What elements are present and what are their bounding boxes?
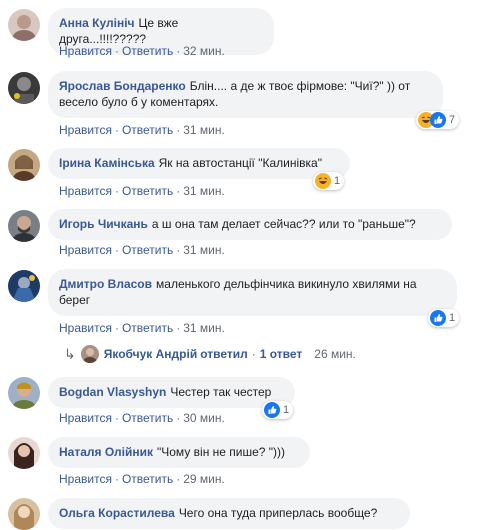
reply-button[interactable]: Ответить [122, 184, 173, 198]
comment-bubble: Ольга Корастилева Чего она туда приперлас… [48, 498, 410, 529]
like-button[interactable]: Нравится [59, 184, 112, 198]
reactions-badge[interactable]: 1 [428, 309, 460, 327]
reply-button[interactable]: Ответить [122, 243, 173, 257]
comment-actions: Нравится · Ответить · 31 мин. [59, 123, 225, 137]
view-replies-link[interactable]: ↳ Якобчук Андрій ответил · 1 ответ 26 ми… [64, 345, 356, 363]
haha-icon [315, 173, 331, 189]
comment-author[interactable]: Ольга Корастилева [59, 506, 175, 520]
comment-author[interactable]: Дмитро Власов [59, 277, 152, 291]
reply-button[interactable]: Ответить [122, 472, 173, 486]
reply-button[interactable]: Ответить [122, 321, 173, 335]
reactions-count: 1 [449, 312, 456, 324]
comment-text: "Чому він не пише? "))) [157, 445, 286, 459]
avatar[interactable] [8, 270, 40, 302]
comment-actions: Нравится · Ответить · 30 мин. [59, 411, 225, 425]
comment-author[interactable]: Ірина Камінська [59, 156, 155, 170]
reactions-badge[interactable]: 7 [416, 111, 460, 129]
comment-actions: Нравится · Ответить · 29 мин. [59, 472, 225, 486]
comment-author[interactable]: Игорь Чичкань [59, 217, 148, 231]
comment-bubble: Ірина Камінська Як на автостанції "Калині… [48, 148, 350, 179]
comment-bubble: Наталя Олійник "Чому він не пише? "))) [48, 437, 310, 468]
like-button[interactable]: Нравится [59, 123, 112, 137]
comment-actions: Нравится · Ответить · 32 мин. [59, 44, 225, 58]
reply-time: 26 мин. [314, 347, 356, 361]
comment-bubble: Ярослав Бондаренко Блін.... а де ж твоє ф… [48, 71, 443, 118]
comment-author[interactable]: Наталя Олійник [59, 445, 153, 459]
comment-actions: Нравится · Ответить · 31 мин. [59, 321, 225, 335]
comment-bubble: Bogdan Vlasyshyn Честер так честер [48, 377, 295, 408]
like-icon [430, 310, 446, 326]
like-button[interactable]: Нравится [59, 321, 112, 335]
avatar[interactable] [8, 437, 40, 469]
avatar[interactable] [8, 149, 40, 181]
reply-count: 1 ответ [259, 347, 303, 361]
comment-actions: Нравится · Ответить · 31 мин. [59, 184, 225, 198]
comment-bubble: Игорь Чичкань а ш она там делает сейчас??… [48, 209, 452, 240]
comment-author[interactable]: Ярослав Бондаренко [59, 79, 186, 93]
comment-time[interactable]: 31 мин. [183, 123, 225, 137]
comment-text: а ш она там делает сейчас?? или то "рань… [151, 217, 416, 231]
reactions-badge[interactable]: 1 [262, 401, 294, 419]
avatar[interactable] [8, 9, 40, 41]
comment-bubble: Дмитро Власов маленького дельфінчика вики… [48, 269, 457, 316]
comment-time[interactable]: 32 мин. [183, 44, 225, 58]
comment-text: Як на автостанції "Калинівка" [158, 156, 322, 170]
comment-time[interactable]: 31 мин. [183, 243, 225, 257]
reactions-count: 1 [283, 404, 290, 416]
comment-time[interactable]: 29 мин. [183, 472, 225, 486]
comment-text: Чего она туда приперлась вообще? [178, 506, 378, 520]
reactions-count: 7 [449, 114, 456, 126]
like-button[interactable]: Нравится [59, 243, 112, 257]
comment-time[interactable]: 31 мин. [183, 184, 225, 198]
like-icon [430, 112, 446, 128]
reply-verb: ответил [200, 347, 248, 361]
reactions-badge[interactable]: 1 [313, 172, 345, 190]
like-button[interactable]: Нравится [59, 411, 112, 425]
reply-author: Якобчук Андрій [103, 347, 198, 361]
avatar[interactable] [8, 377, 40, 409]
like-icon [264, 402, 280, 418]
avatar[interactable] [8, 498, 40, 530]
reply-button[interactable]: Ответить [122, 411, 173, 425]
reply-avatar [80, 345, 99, 363]
comment-author[interactable]: Bogdan Vlasyshyn [59, 385, 166, 399]
comment-time[interactable]: 30 мин. [183, 411, 225, 425]
comment-text: Честер так честер [170, 385, 272, 399]
reactions-count: 1 [334, 175, 341, 187]
comment-author[interactable]: Анна Кулініч [59, 16, 135, 30]
avatar[interactable] [8, 72, 40, 104]
comment-actions: Нравится · Ответить · 31 мин. [59, 243, 225, 257]
reply-arrow-icon: ↳ [64, 345, 76, 362]
like-button[interactable]: Нравится [59, 44, 112, 58]
avatar[interactable] [8, 210, 40, 242]
like-button[interactable]: Нравится [59, 472, 112, 486]
comment-time[interactable]: 31 мин. [183, 321, 225, 335]
reply-button[interactable]: Ответить [122, 44, 173, 58]
reply-button[interactable]: Ответить [122, 123, 173, 137]
